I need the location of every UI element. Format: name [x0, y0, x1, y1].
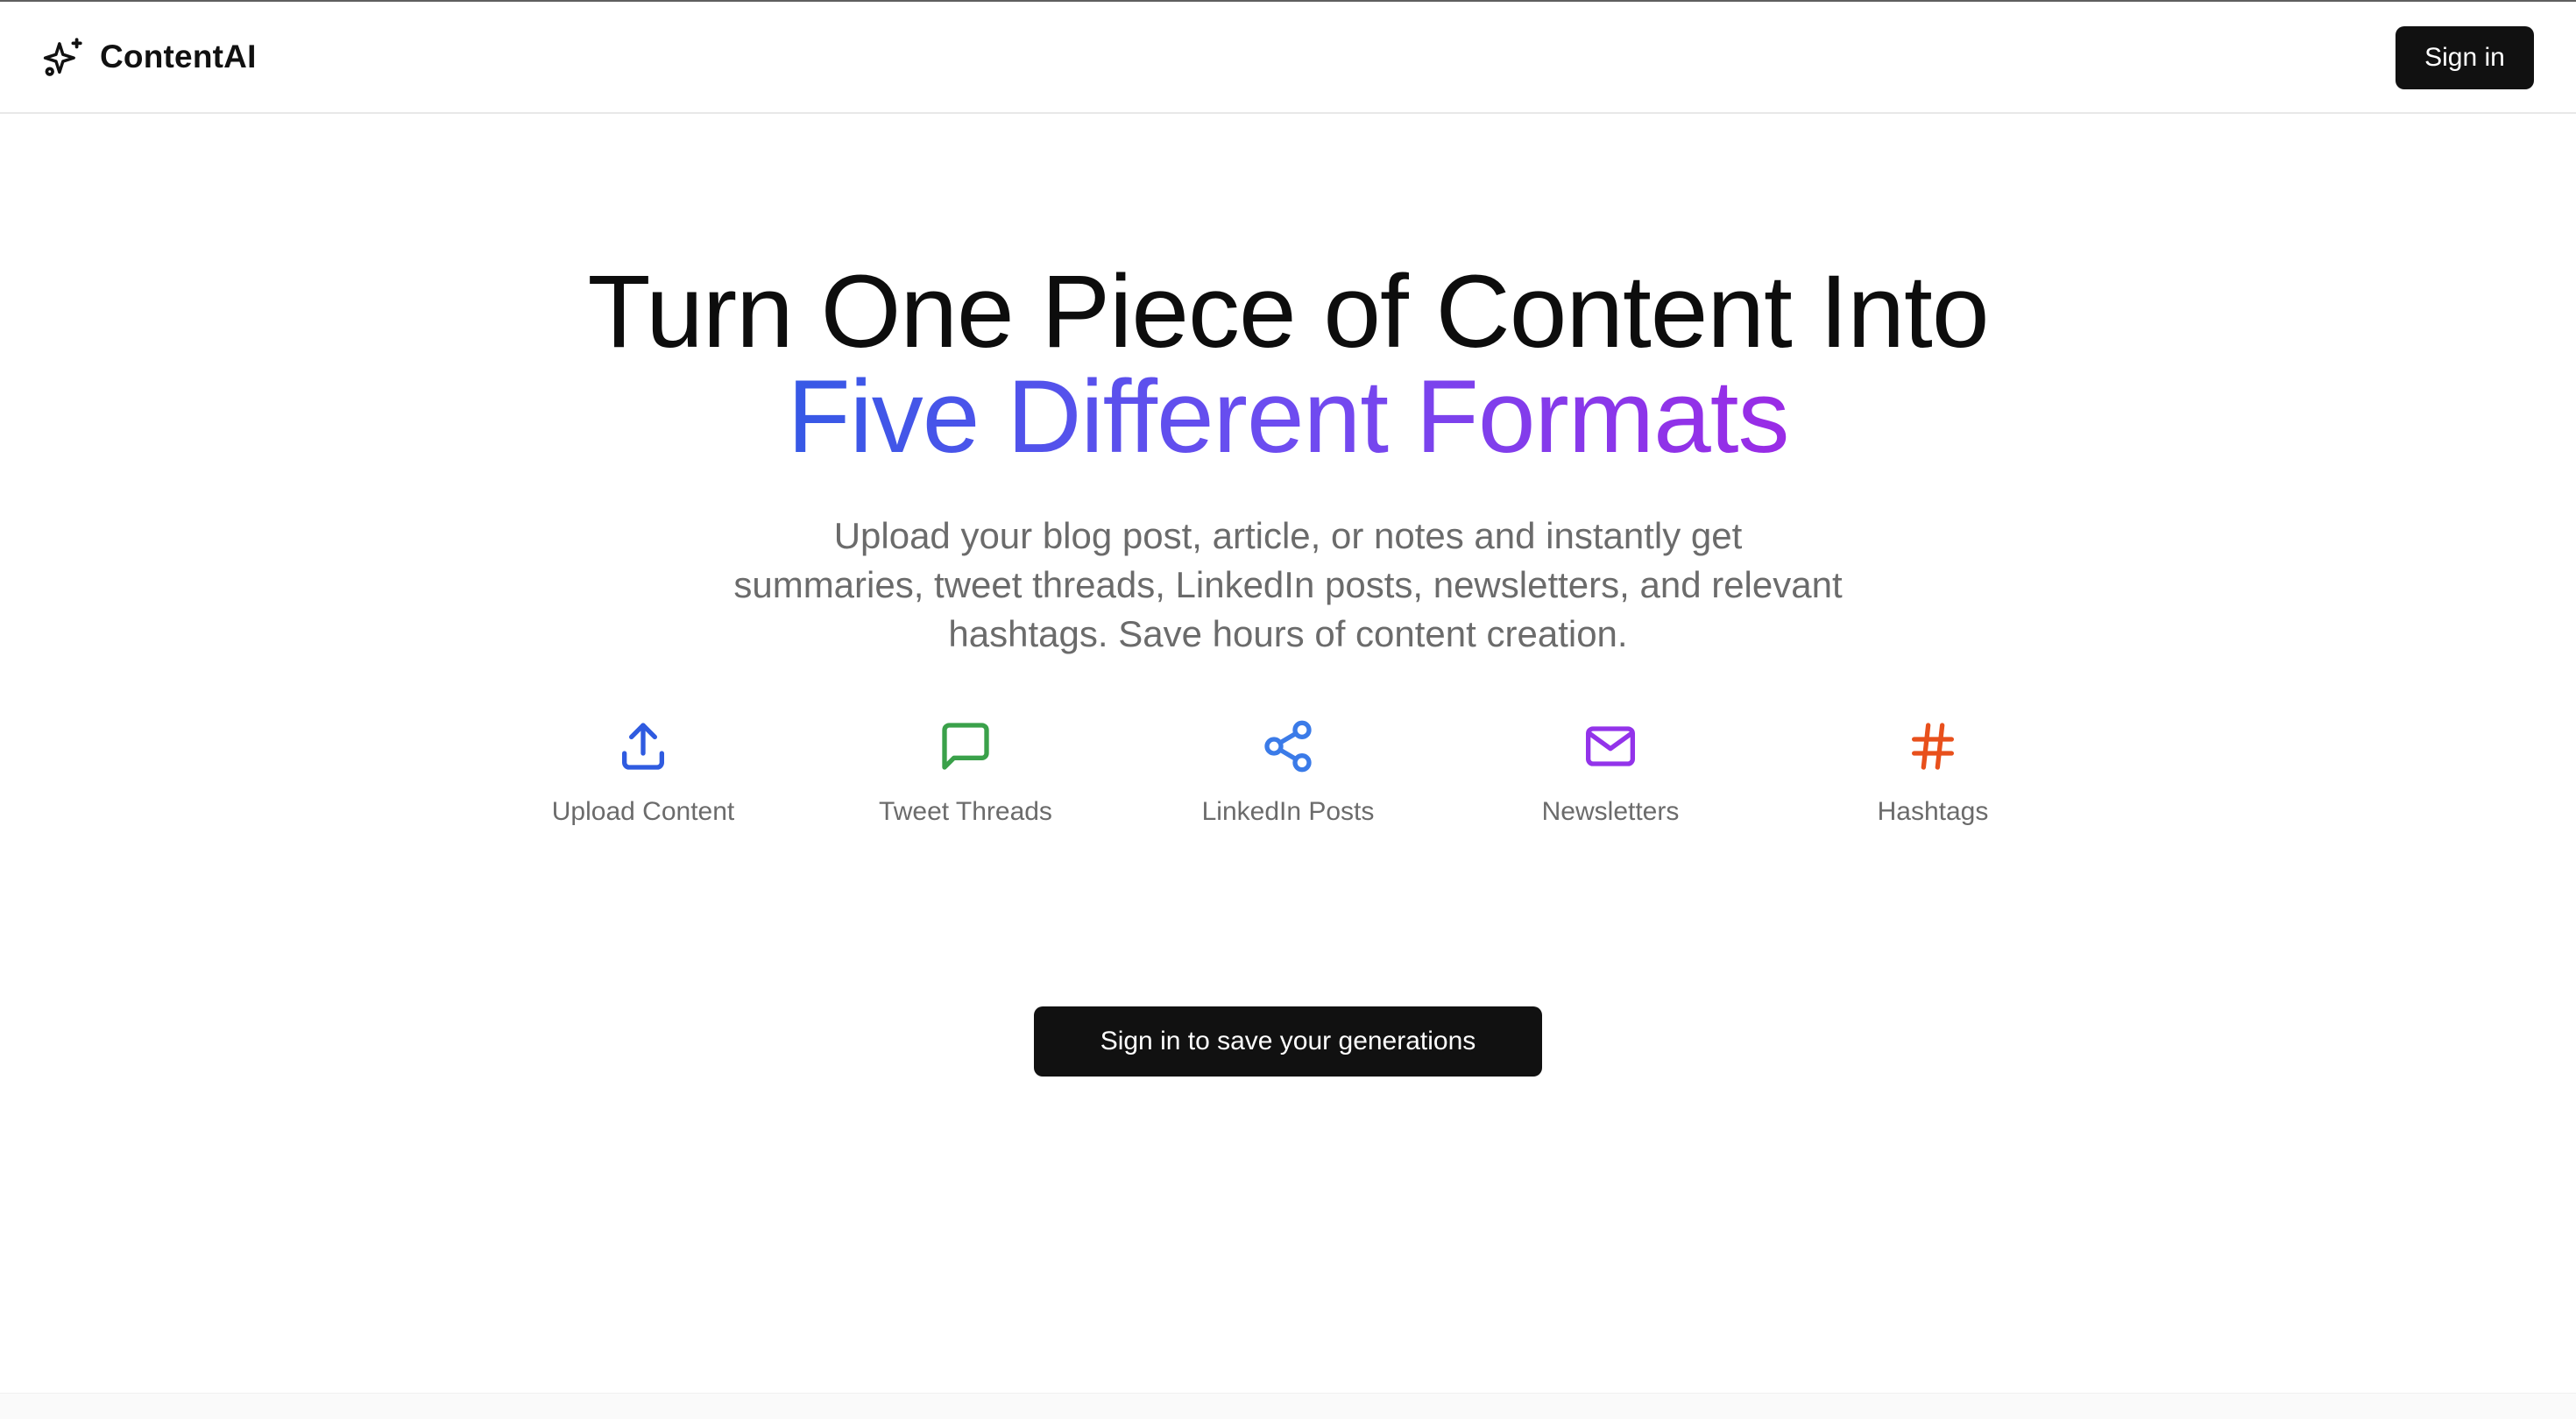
feature-list: Upload Content Tweet Threads LinkedIn Po… [0, 718, 2576, 841]
feature-newsletters: Newsletters [1453, 718, 1768, 827]
mail-icon [1586, 726, 1635, 766]
feature-tweet-threads: Tweet Threads [808, 718, 1123, 827]
feature-label: Tweet Threads [879, 797, 1052, 826]
message-square-icon [942, 723, 989, 770]
upload-icon [622, 723, 664, 770]
feature-label: LinkedIn Posts [1201, 797, 1375, 826]
feature-label: Hashtags [1877, 797, 1989, 826]
hero-subtitle: Upload your blog post, article, or notes… [0, 512, 2576, 659]
feature-label: Upload Content [551, 797, 735, 826]
brand[interactable]: ContentAI [42, 35, 257, 79]
hero-title-highlight: Five Different Formats [787, 359, 1789, 475]
hero-title: Turn One Piece of Content Into Five Diff… [0, 259, 2576, 469]
hero-subtitle-line: hashtags. Save hours of content creation… [948, 613, 1628, 654]
brand-name: ContentAI [100, 39, 257, 74]
sign-in-button[interactable]: Sign in [2396, 26, 2534, 89]
save-generations-button[interactable]: Sign in to save your generations [1034, 1006, 1542, 1077]
page-bottom-edge [0, 1393, 2576, 1419]
hero-subtitle-line: Upload your blog post, article, or notes… [833, 515, 1743, 556]
feature-label: Newsletters [1541, 797, 1680, 826]
feature-upload-content: Upload Content [485, 718, 801, 827]
hash-icon [1912, 723, 1954, 770]
feature-linkedin-posts: LinkedIn Posts [1130, 718, 1446, 827]
share-icon [1264, 720, 1312, 773]
sparkles-icon [43, 38, 82, 76]
hero-title-line-1: Turn One Piece of Content Into [587, 254, 1990, 370]
feature-hashtags: Hashtags [1775, 718, 2091, 827]
top-nav: ContentAI Sign in [0, 2, 2576, 114]
hero-subtitle-line: summaries, tweet threads, LinkedIn posts… [733, 564, 1843, 605]
